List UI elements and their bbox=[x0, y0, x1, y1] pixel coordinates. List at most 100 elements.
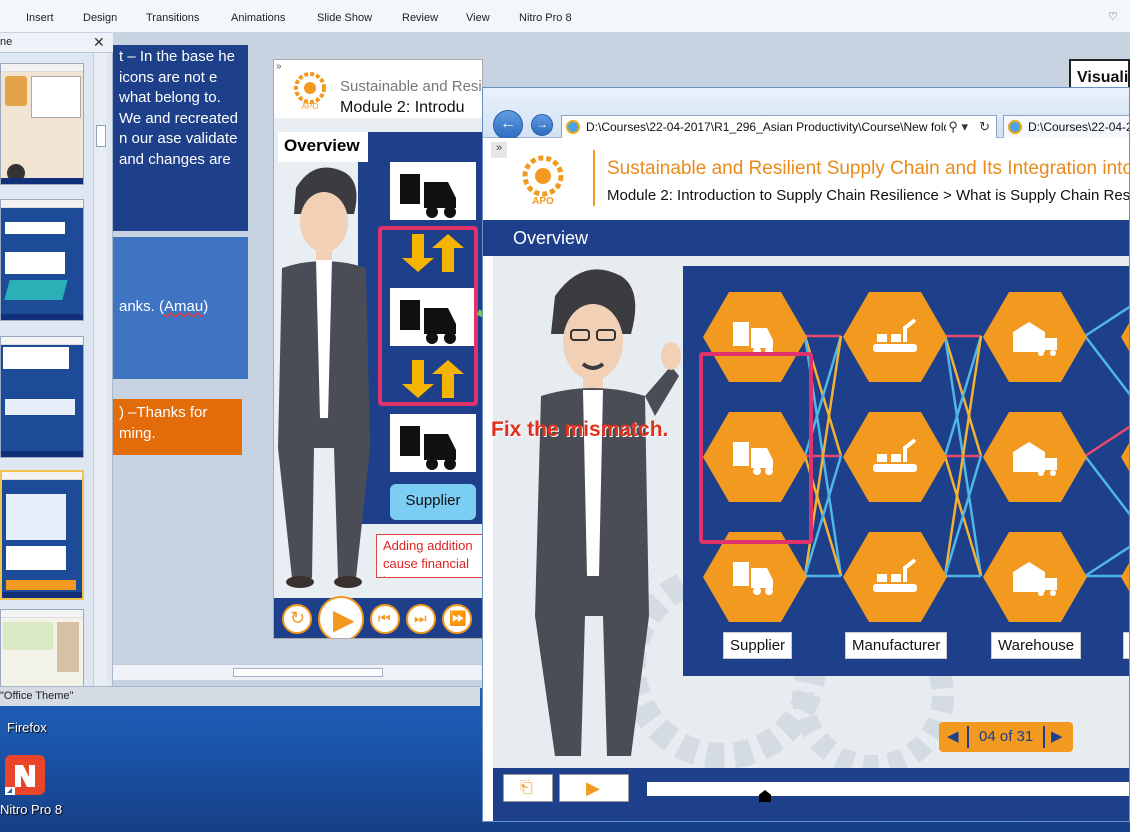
forward-button[interactable]: → bbox=[531, 114, 553, 136]
review-comment[interactable]: anks. (Amau) bbox=[113, 237, 248, 379]
overview-bar: Overview bbox=[483, 220, 1129, 256]
tab-review[interactable]: Review bbox=[402, 12, 438, 24]
close-icon[interactable]: ✕ bbox=[93, 34, 105, 51]
play-button[interactable]: ▶ bbox=[318, 596, 364, 638]
course-stage: Supplier Manufacturer Warehouse S Fix bbox=[491, 256, 1129, 776]
browser-toolbar: ← → D:\Courses\22-04-2017\R1_296_Asian P… bbox=[483, 88, 1130, 140]
tab-nitro-pro[interactable]: Nitro Pro 8 bbox=[519, 12, 572, 24]
comment-text: ) bbox=[203, 298, 209, 315]
column-label-supplier: Supplier bbox=[723, 632, 793, 659]
slide-note: Adding addition cause financial b bbox=[376, 534, 482, 578]
presenter-character bbox=[278, 167, 370, 588]
forklift-icon bbox=[733, 322, 773, 355]
course-page: » APO Sustainable and Resilient Supply C… bbox=[483, 138, 1130, 821]
slide-canvas: » APO Sustainable and Resilient Supply C… bbox=[273, 59, 483, 639]
forklift-icon bbox=[390, 162, 476, 220]
comment-author: Amau bbox=[164, 298, 204, 315]
ribbon-expand-icon[interactable]: ♡ bbox=[1108, 10, 1118, 23]
scrollbar-thumb[interactable] bbox=[233, 668, 383, 677]
mismatch-highlight bbox=[699, 352, 813, 544]
ie-tab-icon bbox=[1008, 120, 1022, 134]
slide-thumbnail[interactable] bbox=[0, 199, 84, 321]
slide-module-title: Module 2: Introdu bbox=[340, 99, 465, 116]
tab-insert[interactable]: Insert bbox=[26, 12, 54, 24]
page-navigator: ◀ 04 of 31 ▶ bbox=[939, 722, 1073, 752]
slide-thumbnail[interactable] bbox=[0, 63, 84, 185]
replay-button[interactable]: ↻ bbox=[282, 604, 312, 634]
panel-title: ne bbox=[0, 36, 13, 48]
collapse-icon[interactable]: » bbox=[491, 142, 507, 158]
nitro-pro-icon[interactable] bbox=[3, 753, 47, 797]
slide-thumbnail[interactable] bbox=[0, 336, 84, 458]
page-indicator: 04 of 31 bbox=[979, 728, 1034, 745]
previous-button[interactable]: ⏮ bbox=[370, 604, 400, 634]
tab-view[interactable]: View bbox=[466, 12, 490, 24]
warehouse-truck-icon bbox=[1013, 442, 1057, 476]
review-comment[interactable]: ) –Thanks for ming. bbox=[113, 399, 242, 455]
next-page-button[interactable]: ▶ bbox=[1051, 727, 1063, 745]
factory-robot-icon bbox=[873, 318, 917, 352]
prev-page-button[interactable]: ◀ bbox=[947, 727, 959, 745]
status-bar: "Office Theme" bbox=[0, 686, 480, 706]
supplier-label: Supplier bbox=[390, 484, 476, 520]
exit-button[interactable]: ⎗ bbox=[503, 774, 553, 802]
panel-header: ne ✕ bbox=[0, 33, 113, 53]
tab-slide-show[interactable]: Slide Show bbox=[317, 12, 372, 24]
collapse-icon[interactable]: » bbox=[276, 61, 282, 72]
play-button[interactable]: ▶ bbox=[559, 774, 629, 802]
slide-thumbnail-panel: ne ✕ bbox=[0, 33, 113, 688]
svg-text:APO: APO bbox=[532, 196, 554, 206]
apo-logo-icon: APO bbox=[517, 154, 569, 207]
comment-text: anks. ( bbox=[119, 298, 165, 315]
column-label-manufacturer: Manufacturer bbox=[845, 632, 948, 659]
slide-course-title: Sustainable and Resilient Supply Chain a… bbox=[340, 78, 482, 95]
browser-tab[interactable]: D:\Courses\22-04-2 bbox=[1003, 115, 1130, 139]
address-bar[interactable]: D:\Courses\22-04-2017\R1_296_Asian Produ… bbox=[561, 115, 997, 139]
back-button[interactable]: ← bbox=[493, 110, 523, 140]
breadcrumb: Module 2: Introduction to Supply Chain R… bbox=[607, 187, 1130, 204]
next-button[interactable]: ⏭ bbox=[406, 604, 436, 634]
player-footer: ⎗ ▶ bbox=[493, 768, 1129, 821]
annotation-text: Fix the mismatch. bbox=[491, 418, 669, 441]
warehouse-truck-icon bbox=[1013, 322, 1057, 356]
presenter-character bbox=[535, 269, 681, 756]
refresh-icon[interactable]: ↻ bbox=[979, 119, 990, 135]
ppt-ribbon: Insert Design Transitions Animations Sli… bbox=[0, 0, 1130, 33]
course-header: » APO Sustainable and Resilient Supply C… bbox=[483, 138, 1130, 216]
warehouse-truck-icon bbox=[1013, 562, 1057, 596]
tab-animations[interactable]: Animations bbox=[231, 12, 285, 24]
tab-design[interactable]: Design bbox=[83, 12, 117, 24]
seek-bar[interactable] bbox=[647, 782, 1129, 802]
tab-transitions[interactable]: Transitions bbox=[146, 12, 199, 24]
browser-window: ← → D:\Courses\22-04-2017\R1_296_Asian P… bbox=[482, 87, 1130, 822]
course-title: Sustainable and Resilient Supply Chain a… bbox=[607, 158, 1130, 179]
scrollbar-thumb[interactable] bbox=[96, 125, 106, 147]
panel-scrollbar[interactable] bbox=[93, 53, 107, 688]
firefox-desktop-label[interactable]: Firefox bbox=[7, 720, 47, 735]
play-icon: ▶ bbox=[586, 778, 600, 798]
column-label-store: S bbox=[1123, 632, 1129, 659]
column-label-warehouse: Warehouse bbox=[991, 632, 1082, 659]
factory-robot-icon bbox=[873, 558, 917, 592]
slide-thumbnail[interactable] bbox=[0, 609, 84, 687]
factory-robot-icon bbox=[873, 438, 917, 472]
slide-header: » APO Sustainable and Resilient Supply C… bbox=[274, 60, 482, 118]
slide-stage: Overview Supplier Adding addition cause … bbox=[274, 118, 482, 598]
overview-title: Overview bbox=[513, 228, 589, 248]
slide-player-controls: ↻ ▶ ⏮ ⏭ ⏩ bbox=[274, 596, 482, 638]
ie-page-icon bbox=[566, 120, 580, 134]
svg-text:APO: APO bbox=[302, 102, 319, 110]
address-text: D:\Courses\22-04-2017\R1_296_Asian Produ… bbox=[586, 120, 951, 134]
exit-icon: ⎗ bbox=[520, 779, 533, 796]
seek-handle[interactable] bbox=[759, 790, 771, 802]
fast-forward-button[interactable]: ⏩ bbox=[442, 604, 472, 634]
forklift-icon bbox=[733, 562, 773, 595]
search-icon[interactable]: ⚲ ▾ bbox=[946, 119, 968, 135]
apo-logo-icon: APO bbox=[290, 70, 330, 111]
nitro-pro-desktop-label[interactable]: Nitro Pro 8 bbox=[0, 802, 62, 817]
horizontal-scrollbar[interactable] bbox=[113, 664, 483, 680]
forklift-icon bbox=[390, 414, 476, 472]
review-comment[interactable]: t – In the base he icons are not e what … bbox=[113, 45, 248, 231]
slide-thumbnail-selected[interactable] bbox=[0, 470, 84, 600]
tab-title: D:\Courses\22-04-2 bbox=[1028, 120, 1130, 134]
